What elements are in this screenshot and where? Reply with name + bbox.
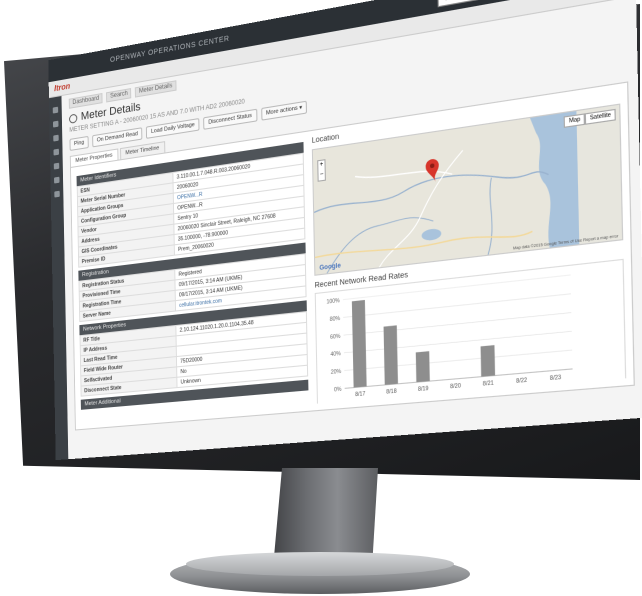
list-icon[interactable] (53, 162, 60, 170)
more-actions-button[interactable]: More actions ▾ (260, 100, 308, 121)
screen: OPENWAY OPERATIONS CENTER Meter Serial N… (48, 0, 642, 461)
gridline (344, 331, 572, 353)
legend-swatch (422, 396, 430, 402)
right-panel: Location + − Map Satellite Google Map da… (312, 91, 627, 404)
ping-button[interactable]: Ping (69, 135, 89, 151)
y-tick-label: 0% (334, 386, 342, 393)
x-tick-label: 8/23 (550, 374, 562, 382)
breadcrumb-dashboard[interactable]: Dashboard (68, 92, 103, 109)
map-type-button[interactable]: Map (564, 113, 586, 128)
disconnect-status-button[interactable]: Disconnect Status (203, 108, 258, 130)
x-tick-label: 8/17 (355, 391, 366, 399)
alert-icon[interactable] (53, 148, 59, 156)
user-icon[interactable] (54, 176, 60, 184)
gridline (344, 313, 572, 336)
chart-icon[interactable] (53, 134, 59, 142)
gear-icon[interactable] (54, 190, 60, 198)
satellite-type-button[interactable]: Satellite (584, 108, 616, 125)
meter-icon (69, 112, 78, 124)
gridline (343, 294, 571, 318)
x-tick-label: 8/20 (450, 383, 461, 391)
on-demand-read-button[interactable]: On Demand Read (92, 127, 143, 148)
home-icon[interactable] (52, 106, 59, 114)
bar-8-18[interactable] (383, 325, 398, 385)
x-tick-label: 8/21 (483, 380, 494, 388)
y-tick-label: 80% (330, 315, 341, 323)
map-zoom-control[interactable]: + − (317, 159, 326, 182)
x-tick-label: 8/22 (516, 377, 528, 385)
search-nav-icon[interactable] (52, 120, 59, 128)
y-tick-label: 20% (331, 369, 342, 377)
bar-8-19[interactable] (415, 351, 430, 383)
y-tick-label: 60% (330, 333, 341, 341)
y-tick-label: 40% (330, 351, 341, 359)
brand-logo: Itron (54, 81, 71, 94)
legend-label[interactable]: 1 Day Network Read Rate (433, 391, 498, 403)
monitor-stand-base-top (186, 552, 454, 576)
properties-panel: Meter Identifiers ESN 3.110.00.1.7.048.R.0… (76, 139, 309, 423)
chart-svg: 0% 20% 40% 60% 80% 100% 8/17 8/18 8/19 8/20 8/21 8/… (326, 265, 583, 403)
x-tick-label: 8/19 (418, 386, 429, 394)
bar-8-21[interactable] (480, 345, 496, 377)
breadcrumb-search[interactable]: Search (106, 87, 132, 103)
bar-8-17[interactable] (351, 299, 367, 388)
x-tick-label: 8/18 (386, 388, 397, 396)
load-daily-voltage-button[interactable]: Load Daily Voltage (146, 117, 200, 139)
y-tick-label: 100% (326, 298, 340, 306)
gridline (344, 350, 572, 370)
